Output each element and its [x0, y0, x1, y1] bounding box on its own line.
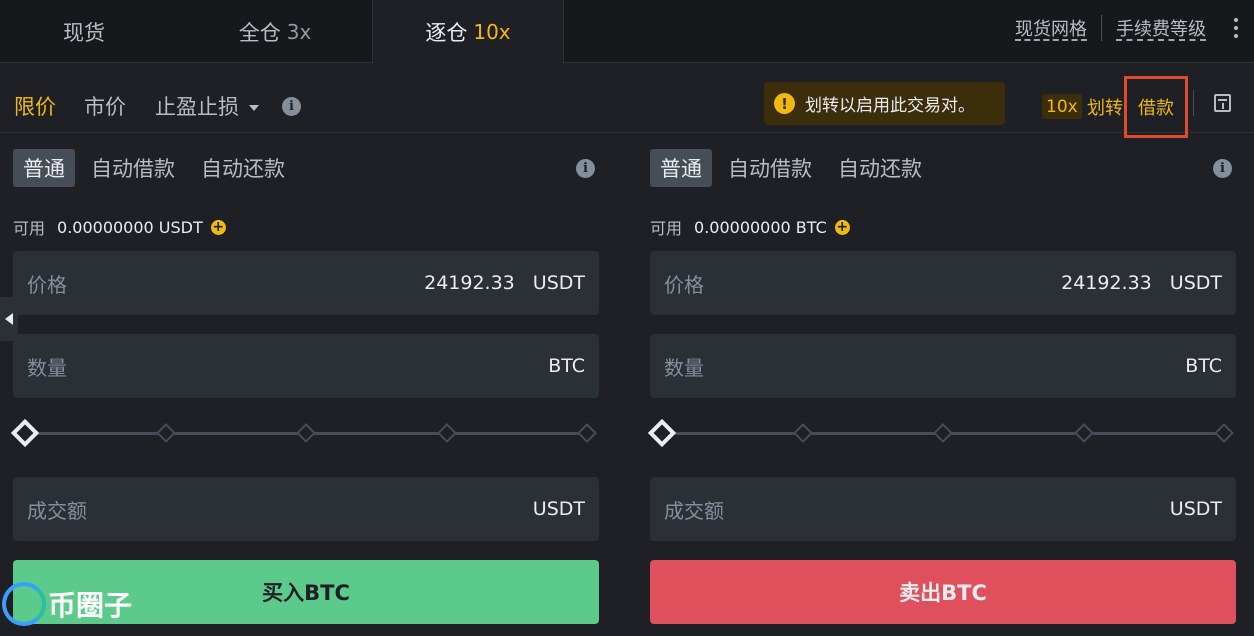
- price-unit: USDT: [532, 272, 585, 294]
- spot-grid-link[interactable]: 现货网格: [1015, 15, 1087, 41]
- chevron-left-icon: [5, 313, 13, 325]
- sell-button[interactable]: 卖出BTC: [650, 560, 1236, 624]
- info-icon[interactable]: i: [282, 97, 301, 116]
- watermark: 币圈子: [2, 576, 132, 632]
- order-type-stop[interactable]: 止盈止损: [155, 91, 259, 121]
- divider: [1193, 90, 1194, 116]
- price-value: 24192.33: [424, 272, 515, 294]
- amount-slider[interactable]: [647, 418, 1236, 448]
- transfer-link[interactable]: 划转: [1087, 94, 1123, 120]
- borrow-link[interactable]: 借款: [1124, 76, 1188, 138]
- watermark-logo-icon: [2, 582, 46, 626]
- amount-label: 数量: [664, 355, 704, 380]
- slider-step-50[interactable]: [933, 423, 953, 443]
- slider-step-75[interactable]: [437, 423, 457, 443]
- tab-cross-leverage: 3x: [286, 19, 312, 44]
- top-links: 现货网格 手续费等级: [1015, 0, 1238, 56]
- slider-step-25[interactable]: [156, 423, 176, 443]
- price-value: 24192.33: [1061, 272, 1152, 294]
- transfer-notice-text: 划转以启用此交易对。: [805, 96, 975, 116]
- slider-step-100[interactable]: [1214, 423, 1234, 443]
- available-label: 可用: [650, 219, 683, 238]
- price-label: 价格: [664, 272, 704, 297]
- tab-isolated-label: 逐仓: [425, 21, 468, 45]
- tab-spot[interactable]: 现货: [0, 0, 168, 63]
- order-type-market[interactable]: 市价: [84, 91, 126, 121]
- mode-auto-repay[interactable]: 自动还款: [828, 149, 932, 187]
- slider-handle[interactable]: [647, 418, 677, 448]
- price-unit: USDT: [1169, 272, 1222, 294]
- slider-step-100[interactable]: [577, 423, 597, 443]
- amount-input[interactable]: 数量 BTC: [13, 334, 599, 398]
- add-funds-icon[interactable]: +: [210, 219, 226, 235]
- amount-input[interactable]: 数量 BTC: [650, 334, 1236, 398]
- available-label: 可用: [13, 219, 46, 238]
- amount-slider[interactable]: [10, 418, 599, 448]
- price-label: 价格: [27, 272, 67, 297]
- sell-mode-tabs: 普通 自动借款 自动还款: [650, 149, 938, 187]
- total-label: 成交额: [27, 498, 87, 523]
- order-type-row: 限价 市价 止盈止损 i ! 划转以启用此交易对。 10x 划转: [0, 63, 1254, 133]
- total-label: 成交额: [664, 498, 724, 523]
- mode-auto-borrow[interactable]: 自动借款: [81, 149, 185, 187]
- total-unit: USDT: [532, 498, 585, 520]
- price-input[interactable]: 价格 24192.33 USDT: [650, 251, 1236, 315]
- amount-label: 数量: [27, 355, 67, 380]
- tab-cross-margin[interactable]: 全仓 3x: [180, 0, 370, 63]
- add-funds-icon[interactable]: +: [834, 219, 850, 235]
- mode-auto-repay[interactable]: 自动还款: [191, 149, 295, 187]
- tab-isolated-leverage: 10x: [473, 20, 511, 44]
- buy-mode-tabs: 普通 自动借款 自动还款: [13, 149, 301, 187]
- slider-step-75[interactable]: [1074, 423, 1094, 443]
- available-balance: 可用 0.00000000 USDT +: [13, 215, 226, 239]
- total-input[interactable]: 成交额 USDT: [13, 477, 599, 541]
- tab-isolated-margin[interactable]: 逐仓 10x: [372, 0, 564, 64]
- total-unit: USDT: [1169, 498, 1222, 520]
- available-value: 0.00000000 USDT: [57, 217, 203, 237]
- more-icon[interactable]: [1234, 18, 1238, 38]
- available-value: 0.00000000 BTC: [694, 217, 827, 237]
- watermark-text: 币圈子: [48, 589, 133, 622]
- top-tab-bar: 现货 全仓 3x 逐仓 10x 现货网格 手续费等级: [0, 0, 1254, 64]
- transfer-notice: ! 划转以启用此交易对。: [764, 82, 1005, 125]
- divider: [1101, 15, 1102, 41]
- amount-unit: BTC: [548, 355, 585, 377]
- order-type-limit[interactable]: 限价: [14, 91, 56, 121]
- order-type-stop-label: 止盈止损: [155, 95, 239, 119]
- mode-normal[interactable]: 普通: [650, 149, 712, 187]
- calculator-icon[interactable]: [1214, 94, 1231, 112]
- fee-level-link[interactable]: 手续费等级: [1116, 15, 1206, 41]
- price-input[interactable]: 价格 24192.33 USDT: [13, 251, 599, 315]
- info-icon[interactable]: i: [1213, 159, 1232, 178]
- info-icon[interactable]: i: [576, 159, 595, 178]
- tab-spot-label: 现货: [63, 20, 105, 45]
- slider-step-25[interactable]: [793, 423, 813, 443]
- total-input[interactable]: 成交额 USDT: [650, 477, 1236, 541]
- slider-step-50[interactable]: [296, 423, 316, 443]
- available-balance: 可用 0.00000000 BTC +: [650, 215, 850, 239]
- warning-icon: !: [774, 93, 795, 114]
- mode-normal[interactable]: 普通: [13, 149, 75, 187]
- amount-unit: BTC: [1185, 355, 1222, 377]
- leverage-badge: 10x: [1042, 94, 1082, 119]
- chevron-down-icon: [249, 105, 259, 111]
- borrow-link-label: 借款: [1138, 98, 1174, 119]
- slider-handle[interactable]: [10, 418, 40, 448]
- tab-cross-label: 全仓: [238, 20, 281, 45]
- mode-auto-borrow[interactable]: 自动借款: [718, 149, 822, 187]
